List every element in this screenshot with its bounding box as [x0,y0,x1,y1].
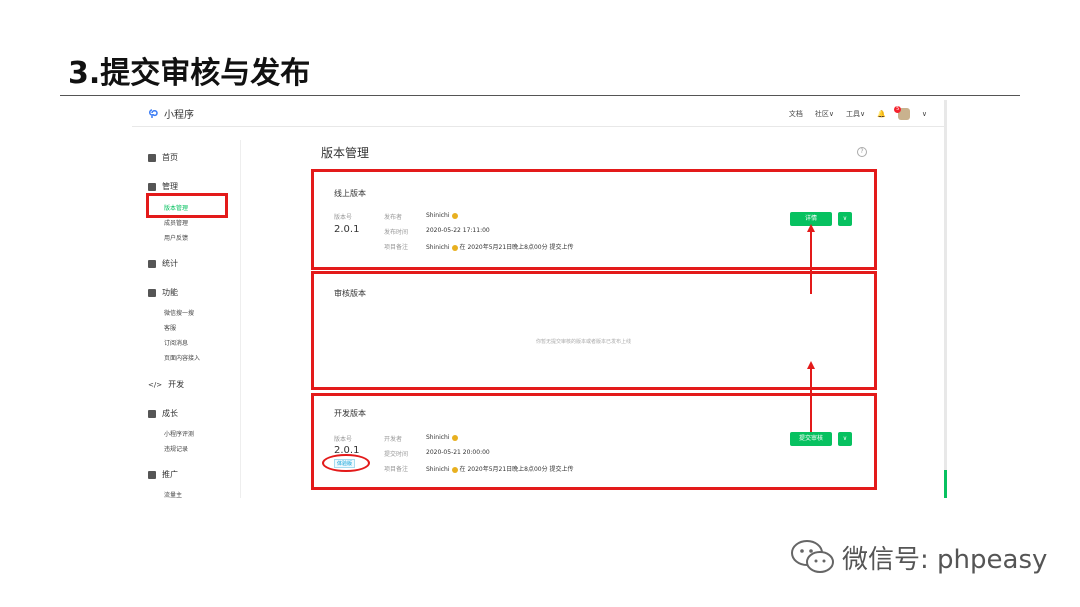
arrow-head-upper [807,224,815,232]
sidebar-item-subscribe-msg[interactable]: 订阅消息 [164,338,188,347]
sidebar-item-page-content[interactable]: 页面内容接入 [164,353,200,362]
code-icon: </> [148,380,163,389]
sidebar-item-manage[interactable]: 管理 [148,181,178,192]
slide-title: 3.提交审核与发布 [68,56,311,91]
home-icon [148,153,156,162]
features-icon [148,288,156,297]
scrollbar[interactable] [944,100,947,498]
highlight-dev-card [311,393,877,490]
sidebar-item-label: 统计 [162,259,178,268]
app-logo[interactable]: 小程序 [148,106,194,121]
wechat-icon [791,540,834,573]
growth-icon [148,409,156,418]
sidebar-item-dev[interactable]: </> 开发 [148,379,184,390]
chevron-down-icon[interactable]: ∨ [922,110,927,118]
top-nav: 文档 社区∨ 工具∨ 🔔 5 ∨ [777,106,927,120]
arrow-head-lower [807,361,815,369]
page-title: 版本管理 [321,146,370,160]
highlight-online-card [311,169,877,270]
sidebar-item-wechat-search[interactable]: 微信搜一搜 [164,308,194,317]
sidebar-item-evaluation[interactable]: 小程序评测 [164,429,194,438]
sidebar-item-label: 功能 [162,288,178,297]
highlight-review-card [311,271,877,390]
nav-docs[interactable]: 文档 [789,109,803,119]
sidebar-item-label: 首页 [162,153,178,162]
arrow-line-upper [810,230,812,294]
sidebar-item-user-feedback[interactable]: 用户反馈 [164,233,188,242]
bell-icon[interactable]: 🔔 5 [877,106,902,118]
megaphone-icon [148,470,156,479]
sidebar-item-violations[interactable]: 违规记录 [164,444,188,453]
watermark: 微信号: phpeasy [790,538,1047,576]
sidebar-item-stats[interactable]: 统计 [148,258,178,269]
sidebar-item-growth[interactable]: 成长 [148,408,178,419]
app-name: 小程序 [164,110,194,121]
manage-icon [148,182,156,191]
sidebar-item-traffic-owner[interactable]: 流量主 [164,490,182,498]
sidebar-item-label: 开发 [168,380,185,389]
highlight-version-manage [146,193,228,218]
nav-tools[interactable]: 工具∨ [846,109,865,119]
sidebar-item-customer-service[interactable]: 客服 [164,323,176,332]
watermark-text: 微信号: phpeasy [842,544,1048,575]
help-icon[interactable]: ? [857,147,867,157]
sidebar-item-label: 管理 [162,182,178,191]
sidebar-item-label: 推广 [162,470,178,479]
sidebar-item-home[interactable]: 首页 [148,152,178,163]
title-divider [60,95,1020,96]
sidebar-item-label: 成长 [162,409,178,418]
stats-icon [148,259,156,268]
top-bar: 小程序 文档 社区∨ 工具∨ 🔔 5 ∨ [132,100,947,127]
scrollbar-thumb[interactable] [944,470,947,498]
highlight-trial-badge [322,454,370,472]
miniprogram-logo-icon [149,108,158,118]
sidebar-item-promo[interactable]: 推广 [148,469,178,480]
arrow-line-lower [810,368,812,432]
sidebar-item-features[interactable]: 功能 [148,287,178,298]
nav-community[interactable]: 社区∨ [815,109,834,119]
sidebar-item-member-manage[interactable]: 成员管理 [164,218,188,227]
